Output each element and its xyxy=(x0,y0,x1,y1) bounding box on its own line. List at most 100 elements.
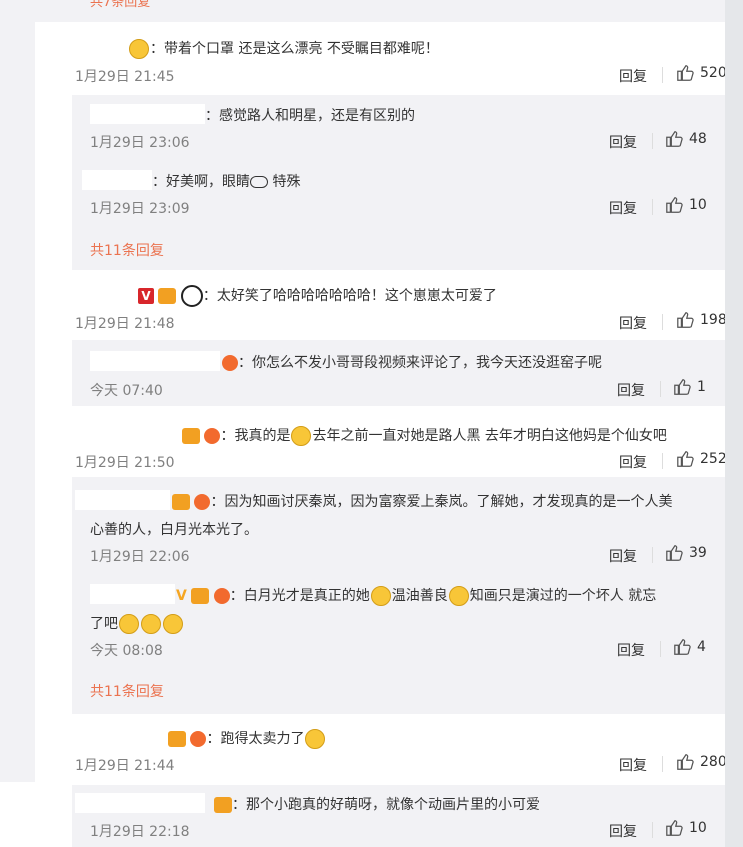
thumb-up-icon xyxy=(677,312,694,328)
reply-button[interactable]: 回复 xyxy=(619,452,647,472)
like-button[interactable]: 10 xyxy=(665,196,707,214)
page-scrollbar[interactable] xyxy=(725,0,743,847)
reply-time: 今天 08:08 xyxy=(90,643,163,659)
reply-time: 今天 07:40 xyxy=(90,383,163,399)
reply-time: 1月29日 22:06 xyxy=(90,549,190,565)
reply-time: 1月29日 23:06 xyxy=(90,135,190,151)
like-count: 520 xyxy=(700,65,727,81)
like-button[interactable]: 280 xyxy=(676,753,727,771)
masked-username xyxy=(75,490,170,510)
divider xyxy=(652,199,653,215)
more-replies-link[interactable]: 共11条回复 xyxy=(90,681,164,701)
like-button[interactable]: 48 xyxy=(665,130,707,148)
reply-button[interactable]: 回复 xyxy=(617,380,645,400)
reply-button[interactable]: 回复 xyxy=(609,198,637,218)
like-button[interactable]: 520 xyxy=(676,64,727,82)
medal-badge-icon xyxy=(168,731,186,747)
comment-time: 1月29日 21:48 xyxy=(75,316,175,332)
reply-button[interactable]: 回复 xyxy=(609,546,637,566)
like-count: 48 xyxy=(689,131,707,147)
masked-username xyxy=(75,424,180,444)
shocked-emoji-icon xyxy=(448,586,469,606)
reply-button[interactable]: 回复 xyxy=(617,640,645,660)
reply-button[interactable]: 回复 xyxy=(609,132,637,152)
laugh-emoji-icon xyxy=(119,614,139,634)
like-button[interactable]: 10 xyxy=(665,819,707,837)
medal-badge-icon xyxy=(182,428,200,444)
masked-username xyxy=(75,727,165,747)
divider xyxy=(652,133,653,149)
medal-badge-icon xyxy=(172,494,190,510)
comment-time: 1月29日 21:44 xyxy=(75,758,175,774)
thumb-up-icon xyxy=(674,379,691,395)
divider xyxy=(662,314,663,330)
like-count: 10 xyxy=(689,820,707,836)
like-count: 252 xyxy=(700,451,727,467)
reply-text: ：因为知画讨厌秦岚，因为富察爱上秦岚。了解她，才发现真的是一个人美 xyxy=(172,491,672,511)
comment-time: 1月29日 21:45 xyxy=(75,69,175,85)
masked-username xyxy=(90,351,220,371)
comment-text: V ：太好笑了哈哈哈哈哈哈哈！这个崽崽太可爱了 xyxy=(138,285,497,307)
thumb-up-icon xyxy=(666,820,683,836)
thumb-up-icon xyxy=(666,197,683,213)
reply-button[interactable]: 回复 xyxy=(609,821,637,841)
reply-text-line2: 了吧 xyxy=(90,613,184,634)
masked-username xyxy=(90,584,175,604)
reply-text: ：你怎么不发小哥哥段视频来评论了，我今天还没逛窑子呢 xyxy=(222,352,602,372)
like-count: 198 xyxy=(700,312,727,328)
divider xyxy=(652,547,653,563)
like-button[interactable]: 198 xyxy=(676,311,727,329)
yellow-v-icon: V xyxy=(176,588,187,604)
like-count: 39 xyxy=(689,545,707,561)
reply-text: ：好美啊，眼睛 特殊 xyxy=(152,174,301,190)
divider xyxy=(660,381,661,397)
thumb-up-icon xyxy=(677,65,694,81)
eyes-emoji-icon xyxy=(250,176,268,188)
comment-text: ：跑得太卖力了 xyxy=(168,728,326,749)
lantern-badge-icon xyxy=(190,731,207,747)
top-strip: 共7条回复 xyxy=(0,0,725,22)
reply-time: 1月29日 22:18 xyxy=(90,824,190,840)
divider xyxy=(662,453,663,469)
smile-emoji-icon xyxy=(370,586,391,606)
like-button[interactable]: 252 xyxy=(676,450,727,468)
orange-badge-icon xyxy=(194,494,211,510)
comment-text: ：带着个口罩 还是这么漂亮 不受瞩目都难呢！ xyxy=(128,38,439,59)
like-button[interactable]: 4 xyxy=(673,638,706,656)
masked-username xyxy=(75,284,135,304)
reply-time: 1月29日 23:09 xyxy=(90,201,190,217)
divider xyxy=(662,756,663,772)
thumb-up-icon xyxy=(677,451,694,467)
mask-emoji-icon xyxy=(129,39,149,59)
like-count: 10 xyxy=(689,197,707,213)
orange-badge-icon xyxy=(204,428,221,444)
top-more-replies-link[interactable]: 共7条回复 xyxy=(90,0,150,10)
like-button[interactable]: 1 xyxy=(673,378,706,396)
reply-button[interactable]: 回复 xyxy=(619,313,647,333)
masked-username xyxy=(75,37,125,57)
panda-emoji-icon xyxy=(180,285,203,307)
laughing-tears-emoji-icon xyxy=(291,426,312,446)
reply-button[interactable]: 回复 xyxy=(619,66,647,86)
like-count: 4 xyxy=(697,639,706,655)
comment-panel: 共7条回复 ：带着个口罩 还是这么漂亮 不受瞩目都难呢！ 1月29日 21:45… xyxy=(0,0,727,847)
comment-time: 1月29日 21:50 xyxy=(75,455,175,471)
medal-badge-icon xyxy=(191,588,210,604)
medal-badge-icon xyxy=(214,797,232,813)
divider xyxy=(662,67,663,83)
left-gap xyxy=(0,22,35,782)
more-replies-link[interactable]: 共11条回复 xyxy=(90,240,164,260)
laughing-tears-emoji-icon xyxy=(305,729,326,749)
divider xyxy=(652,822,653,838)
reply-button[interactable]: 回复 xyxy=(619,755,647,775)
thumb-up-icon xyxy=(666,131,683,147)
laugh-emoji-icon xyxy=(141,614,161,634)
like-button[interactable]: 39 xyxy=(665,544,707,562)
thumb-up-icon xyxy=(677,754,694,770)
masked-username xyxy=(75,793,205,813)
reply-text: ：那个小跑真的好萌呀，就像个动画片里的小可爱 xyxy=(214,794,540,814)
reply-text: V ：白月光才是真正的她 温油善良 知画只是演过的一个坏人 就忘 xyxy=(176,586,657,606)
like-count: 1 xyxy=(697,379,706,395)
divider xyxy=(660,641,661,657)
verified-v-icon: V xyxy=(138,288,154,304)
